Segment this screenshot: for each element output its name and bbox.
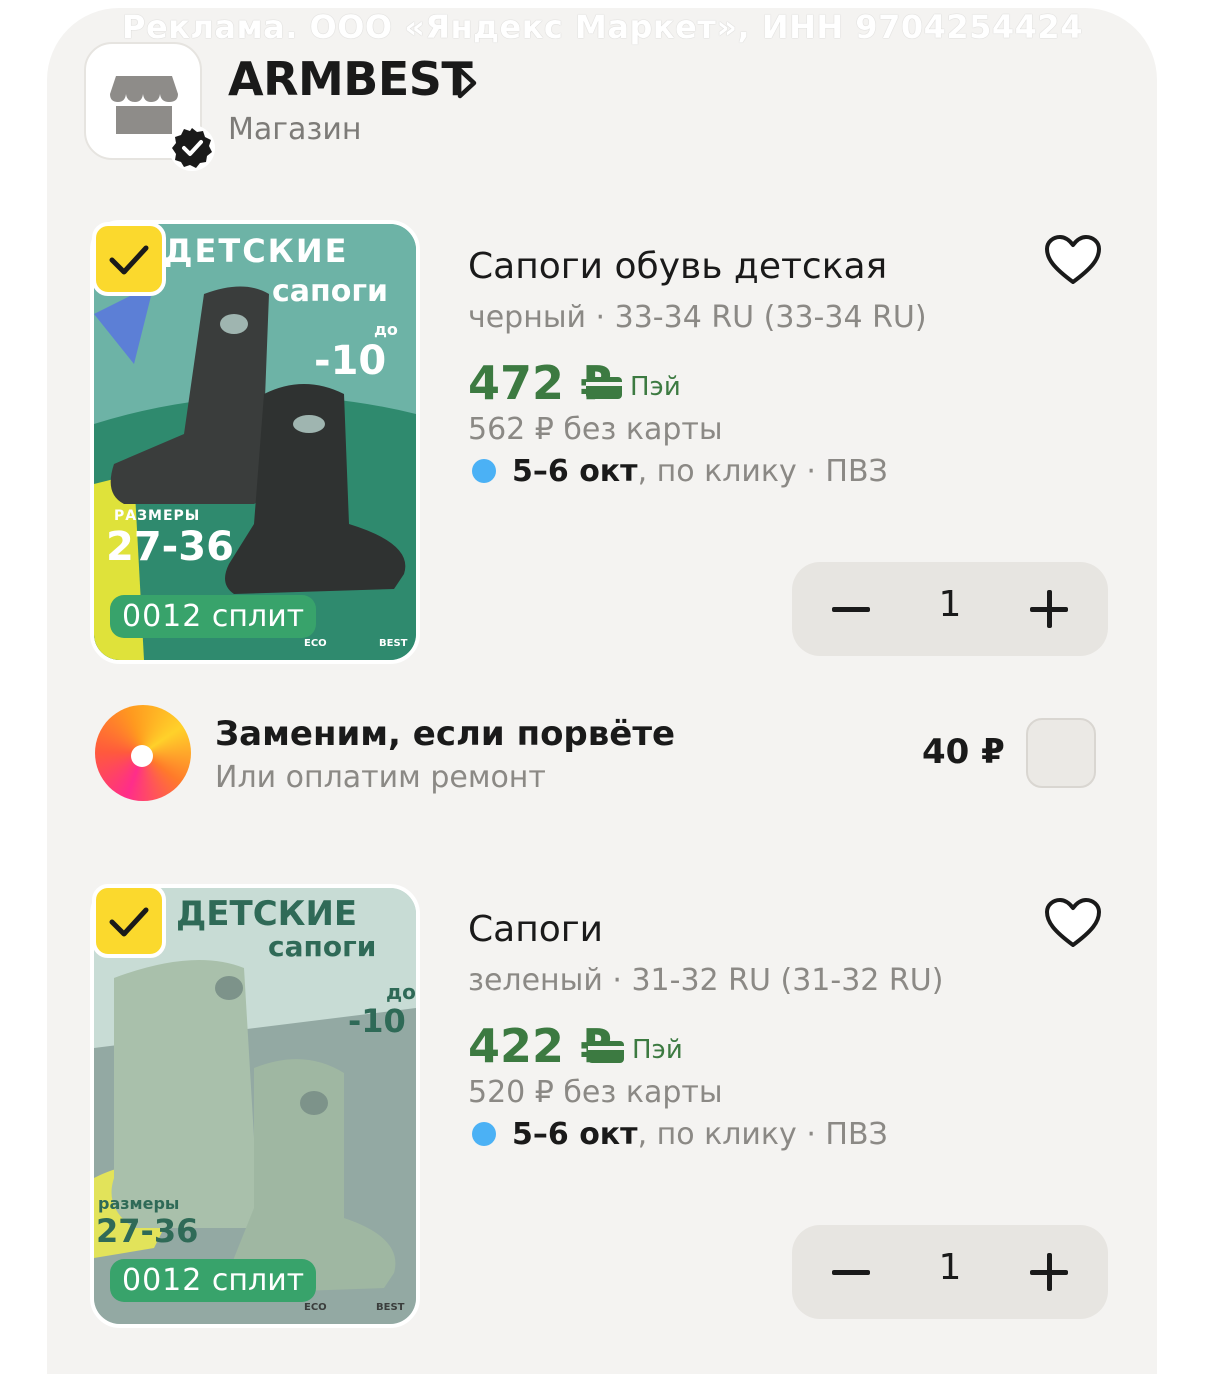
image-headline-2: сапоги [268, 930, 377, 963]
quantity-stepper: 1 [792, 1225, 1108, 1319]
image-promo-small: до [374, 320, 398, 339]
image-promo-big: -10 [348, 1002, 406, 1040]
insurance-price: 40 ₽ [922, 732, 1005, 772]
image-footer-best: BEST [379, 638, 408, 649]
pay-label: Пэй [630, 372, 681, 402]
delivery-details: , по клику · ПВЗ [637, 1117, 888, 1152]
shop-subtitle: Магазин [228, 112, 362, 147]
heart-icon[interactable] [1044, 897, 1102, 949]
checkmark-icon [109, 245, 149, 275]
image-sizes: 27-36 [106, 524, 234, 570]
insurance-checkbox[interactable] [1026, 718, 1096, 788]
product-price-no-card: 562 ₽ без карты [468, 412, 723, 447]
pay-card-icon [586, 377, 622, 399]
ad-disclaimer: Реклама. ООО «Яндекс Маркет», ИНН 970425… [122, 8, 1083, 46]
product-title[interactable]: Сапоги обувь детская [468, 246, 887, 287]
verified-badge-icon [169, 125, 215, 171]
shop-logo[interactable] [84, 42, 215, 171]
image-headline-1: ДЕТСКИЕ [164, 232, 349, 270]
pay-label: Пэй [632, 1035, 683, 1065]
split-badge-text: сплит [211, 599, 305, 634]
insurance-title[interactable]: Заменим, если порвёте [215, 714, 675, 754]
split-badge: 0012 сплит [110, 1259, 317, 1302]
insurance-subtitle: Или оплатим ремонт [215, 760, 546, 795]
increase-button[interactable] [1030, 590, 1068, 628]
increase-button[interactable] [1030, 1253, 1068, 1291]
image-promo-big: -10 [314, 338, 387, 384]
image-footer-eco: ECO [304, 638, 327, 649]
delivery-info: 5–6 окт, по клику · ПВЗ [472, 1117, 888, 1152]
split-badge: 0012 сплит [110, 595, 317, 638]
delivery-dot-icon [472, 1122, 496, 1146]
delivery-date: 5–6 окт [512, 1117, 638, 1152]
split-badge-num: 0012 [122, 1263, 203, 1298]
product-price-no-card: 520 ₽ без карты [468, 1075, 723, 1110]
image-sizes-label: РАЗМЕРЫ [114, 508, 201, 524]
heart-icon[interactable] [1044, 234, 1102, 286]
delivery-info: 5–6 окт, по клику · ПВЗ [472, 454, 888, 489]
product-select-checkbox[interactable] [92, 884, 166, 958]
product-title[interactable]: Сапоги [468, 909, 603, 950]
image-sizes: 27-36 [96, 1212, 199, 1250]
product-variant: зеленый · 31-32 RU (31-32 RU) [468, 963, 944, 998]
image-headline-2: сапоги [272, 274, 389, 309]
checkmark-icon [109, 907, 149, 937]
split-badge-text: сплит [211, 1263, 305, 1298]
image-headline-1: ДЕТСКИЕ [176, 894, 358, 934]
delivery-details: , по клику · ПВЗ [637, 454, 888, 489]
delivery-date: 5–6 окт [512, 454, 638, 489]
product-select-checkbox[interactable] [92, 222, 166, 296]
shop-name-link[interactable]: ARMBEST [228, 52, 473, 106]
split-badge-num: 0012 [122, 599, 203, 634]
insurance-logo [95, 705, 191, 801]
product-variant: черный · 33-34 RU (33-34 RU) [468, 300, 927, 335]
image-footer-eco: ECO [304, 1302, 327, 1313]
image-footer-best: BEST [376, 1302, 405, 1313]
pay-card-icon [588, 1041, 624, 1063]
image-sizes-label: размеры [98, 1194, 180, 1213]
quantity-stepper: 1 [792, 562, 1108, 656]
chevron-right-icon[interactable] [455, 66, 479, 100]
delivery-dot-icon [472, 459, 496, 483]
image-promo-small: до [386, 980, 416, 1004]
